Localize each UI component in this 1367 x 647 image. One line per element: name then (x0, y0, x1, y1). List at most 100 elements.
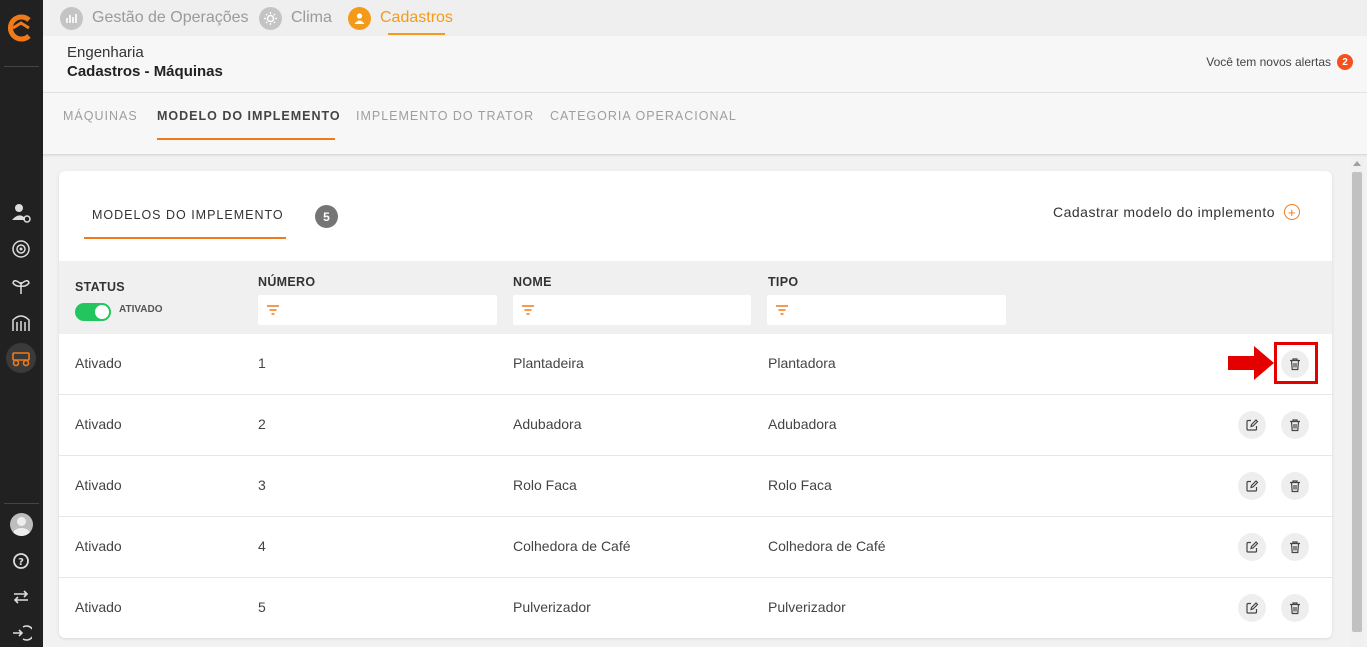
page-title: Cadastros - Máquinas (67, 63, 223, 80)
topnav-cadastros[interactable]: Cadastros (348, 0, 453, 36)
sidebar-divider (4, 503, 39, 504)
cell-tipo: Pulverizador (768, 599, 846, 615)
trash-icon (1290, 480, 1300, 493)
cell-numero: 3 (258, 477, 266, 493)
cell-nome: Adubadora (513, 416, 582, 432)
tab-maquinas[interactable]: Máquinas (63, 109, 138, 123)
cell-status: Ativado (75, 355, 122, 371)
tab-implemento-do-trator[interactable]: Implemento do trator (356, 109, 534, 123)
edit-icon (1246, 602, 1259, 614)
status-toggle-label: ATIVADO (119, 304, 163, 315)
delete-button[interactable] (1281, 594, 1309, 622)
topnav-label: Cadastros (380, 9, 453, 26)
edit-button[interactable] (1238, 533, 1266, 561)
delete-button[interactable] (1281, 533, 1309, 561)
filter-icon (776, 305, 788, 315)
col-tipo: TIPO (768, 275, 799, 289)
filter-numero (258, 295, 497, 325)
edit-icon (1246, 541, 1259, 553)
filter-icon (267, 305, 279, 315)
table-row[interactable]: Ativado 4 Colhedora de Café Colhedora de… (59, 517, 1332, 578)
highlight-box (1274, 342, 1318, 384)
tab-modelo-do-implemento[interactable]: Modelo do implemento (157, 109, 341, 123)
subtab-active-indicator (157, 138, 335, 140)
switch-arrows-icon[interactable] (8, 584, 34, 610)
alerts-count-badge: 2 (1337, 54, 1353, 70)
delete-button[interactable] (1281, 472, 1309, 500)
add-model-button[interactable]: Cadastrar modelo do implemento + (1053, 204, 1300, 220)
pointer-arrow-icon (1228, 346, 1274, 380)
cell-numero: 4 (258, 538, 266, 554)
tab-categoria-operacional[interactable]: Categoria operacional (550, 109, 737, 123)
table-row[interactable]: Ativado 1 Plantadeira Plantadora (59, 334, 1332, 395)
avatar[interactable] (10, 513, 33, 536)
tractor-implement-icon[interactable] (6, 343, 36, 373)
scroll-up-icon[interactable] (1353, 161, 1361, 166)
filter-nome (513, 295, 751, 325)
edit-button[interactable] (1238, 594, 1266, 622)
breadcrumb[interactable]: Engenharia (67, 44, 144, 61)
cell-nome: Plantadeira (513, 355, 584, 371)
vertical-scrollbar[interactable] (1350, 158, 1364, 647)
card-tab-indicator (84, 237, 286, 239)
cell-tipo: Plantadora (768, 355, 836, 371)
filter-numero-input[interactable] (286, 302, 486, 318)
cell-numero: 5 (258, 599, 266, 615)
cell-status: Ativado (75, 538, 122, 554)
count-badge: 5 (315, 205, 338, 228)
topnav-clima[interactable]: Clima (259, 0, 332, 36)
scroll-thumb[interactable] (1352, 172, 1362, 632)
help-icon[interactable]: ? (8, 548, 34, 574)
table-row[interactable]: Ativado 5 Pulverizador Pulverizador (59, 578, 1332, 638)
edit-button[interactable] (1238, 472, 1266, 500)
alerts-notice[interactable]: Você tem novos alertas 2 (1206, 54, 1353, 70)
logout-icon[interactable] (8, 620, 34, 646)
chart-icon (60, 6, 83, 30)
cell-tipo: Adubadora (768, 416, 837, 432)
topnav-active-indicator (388, 33, 445, 35)
cell-status: Ativado (75, 477, 122, 493)
edit-icon (1246, 419, 1259, 431)
table-header: STATUS ATIVADO NÚMERO NOME TIPO (59, 261, 1332, 334)
plus-circle-icon: + (1284, 204, 1300, 220)
alerts-text: Você tem novos alertas (1206, 55, 1331, 69)
table-row[interactable]: Ativado 3 Rolo Faca Rolo Faca (59, 456, 1332, 517)
user-icon (348, 6, 371, 30)
filter-tipo (767, 295, 1006, 325)
col-status: STATUS (75, 280, 125, 294)
cell-status: Ativado (75, 599, 122, 615)
card-tab-modelos[interactable]: MODELOS DO IMPLEMENTO (92, 208, 284, 222)
target-icon[interactable] (8, 236, 34, 262)
edit-button[interactable] (1238, 411, 1266, 439)
sidebar-divider (4, 66, 39, 67)
edit-icon (1246, 480, 1259, 492)
cell-status: Ativado (75, 416, 122, 432)
brand-logo-icon[interactable] (7, 14, 35, 42)
add-model-label: Cadastrar modelo do implemento (1053, 204, 1275, 220)
filter-tipo-input[interactable] (795, 302, 995, 318)
plant-icon[interactable] (8, 272, 34, 298)
status-toggle[interactable] (75, 303, 111, 321)
cell-nome: Colhedora de Café (513, 538, 631, 554)
cell-nome: Rolo Faca (513, 477, 577, 493)
cell-tipo: Colhedora de Café (768, 538, 886, 554)
cell-nome: Pulverizador (513, 599, 591, 615)
topnav-gestao-operacoes[interactable]: Gestão de Operações (60, 0, 249, 36)
models-card: MODELOS DO IMPLEMENTO 5 Cadastrar modelo… (59, 171, 1332, 638)
trash-icon (1290, 602, 1300, 615)
sub-tabs: Máquinas Modelo do implemento Implemento… (43, 93, 1367, 155)
col-numero: NÚMERO (258, 275, 316, 289)
filter-nome-input[interactable] (541, 302, 741, 318)
topnav-label: Gestão de Operações (92, 9, 249, 26)
filter-icon (522, 305, 534, 315)
topnav-label: Clima (291, 9, 332, 26)
delete-button[interactable] (1281, 411, 1309, 439)
silo-icon[interactable] (8, 309, 34, 335)
trash-icon (1290, 419, 1300, 432)
user-settings-icon[interactable] (8, 200, 34, 226)
cell-tipo: Rolo Faca (768, 477, 832, 493)
table-row[interactable]: Ativado 2 Adubadora Adubadora (59, 395, 1332, 456)
trash-icon (1290, 541, 1300, 554)
cell-numero: 2 (258, 416, 266, 432)
sun-icon (259, 6, 282, 30)
